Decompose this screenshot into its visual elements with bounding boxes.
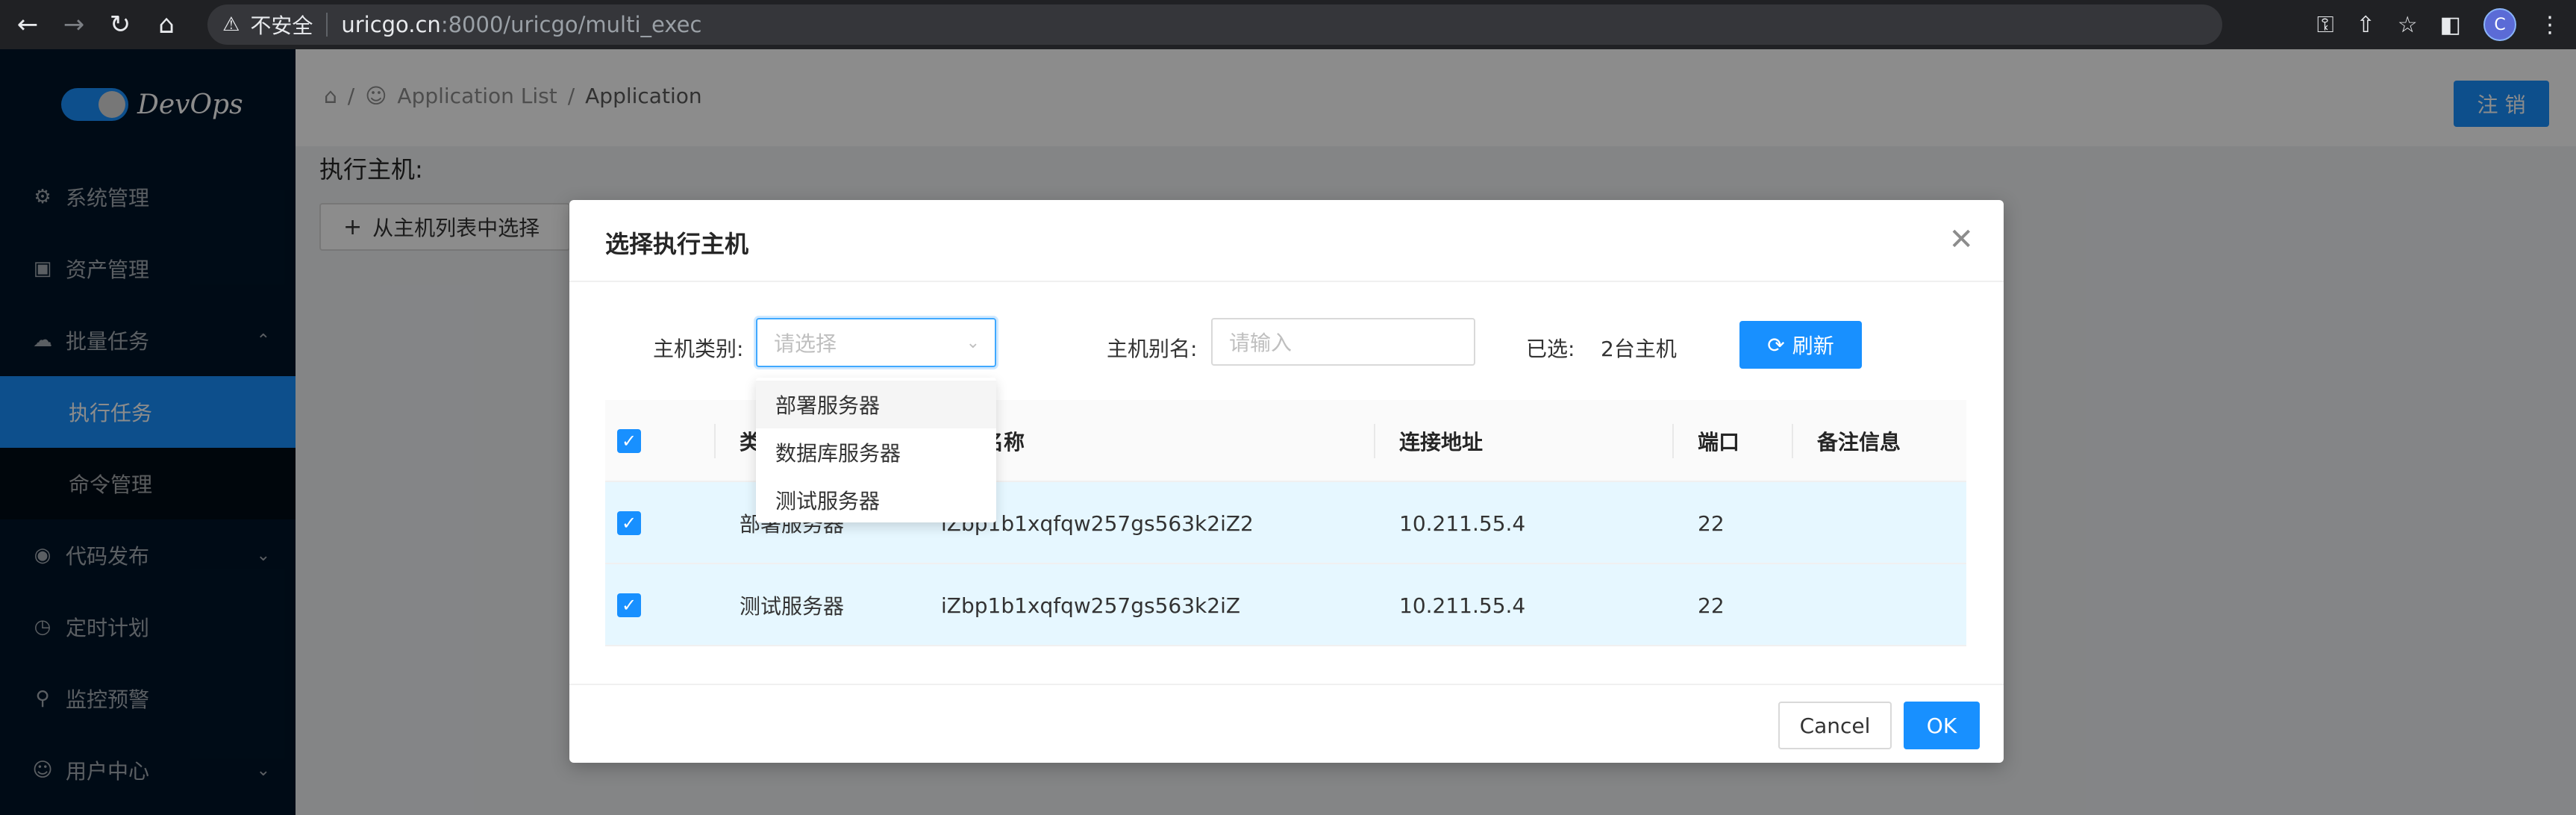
dropdown-option[interactable]: 部署服务器 (756, 381, 996, 428)
dropdown-option[interactable]: 测试服务器 (756, 476, 996, 524)
sidepanel-icon[interactable]: ◧ (2440, 12, 2461, 38)
table-row[interactable]: ✓ 测试服务器 iZbp1b1xqfqw257gs563k2iZ 10.211.… (605, 564, 1966, 646)
address-divider (326, 13, 328, 37)
browser-toolbar: ← → ↻ ⌂ ⚠ 不安全 uricgo.cn:8000/uricgo/mult… (0, 0, 2576, 49)
modal-footer: Cancel OK (569, 684, 2004, 763)
filter-bar: 主机类别: 请选择 ⌄ 主机别名: 请输入 已选: 2台主机 ⟳ 刷新 (569, 318, 2004, 370)
row-checkbox[interactable]: ✓ (617, 482, 641, 564)
reload-icon[interactable]: ↻ (101, 6, 139, 43)
ok-button[interactable]: OK (1904, 702, 1980, 749)
host-type-placeholder: 请选择 (774, 331, 837, 356)
column-header[interactable]: 端口 (1698, 400, 1739, 482)
url-text[interactable]: uricgo.cn:8000/uricgo/multi_exec (341, 12, 701, 37)
check-icon: ✓ (617, 593, 641, 617)
cell-address: 10.211.55.4 (1399, 510, 1526, 536)
chevron-down-icon: ⌄ (966, 333, 980, 352)
host-type-dropdown: 部署服务器 数据库服务器 测试服务器 (756, 378, 996, 522)
cell-category: 测试服务器 (740, 594, 845, 619)
forward-icon[interactable]: → (55, 6, 93, 43)
host-type-label: 主机类别: (653, 337, 744, 361)
back-icon[interactable]: ← (9, 6, 46, 43)
host-alias-placeholder: 请输入 (1229, 331, 1292, 355)
column-header[interactable]: 连接地址 (1399, 400, 1483, 482)
modal-title: 选择执行主机 (605, 230, 749, 258)
close-icon[interactable]: ✕ (1948, 222, 1974, 257)
check-icon: ✓ (617, 429, 641, 453)
home-icon[interactable]: ⌂ (148, 6, 185, 43)
host-alias-input[interactable]: 请输入 (1211, 318, 1475, 366)
host-alias-label: 主机别名: (1107, 337, 1198, 361)
address-bar[interactable]: ⚠ 不安全 uricgo.cn:8000/uricgo/multi_exec (207, 4, 2222, 45)
check-icon: ✓ (617, 511, 641, 535)
cell-hostname: iZbp1b1xqfqw257gs563k2iZ (941, 593, 1241, 618)
key-icon[interactable]: ⚿ (2317, 12, 2334, 38)
profile-avatar[interactable]: C (2483, 8, 2516, 41)
refresh-button[interactable]: ⟳ 刷新 (1739, 321, 1862, 369)
modal-header: 选择执行主机 ✕ (569, 200, 2004, 282)
column-header[interactable]: 备注信息 (1817, 400, 1901, 482)
refresh-label: 刷新 (1792, 334, 1834, 358)
sync-icon: ⟳ (1767, 332, 1785, 357)
more-icon[interactable]: ⋮ (2539, 12, 2561, 38)
share-icon[interactable]: ⇧ (2357, 12, 2375, 38)
row-checkbox[interactable]: ✓ (617, 564, 641, 646)
select-all-checkbox[interactable]: ✓ (617, 400, 641, 482)
cell-port: 22 (1698, 593, 1725, 618)
selected-label: 已选: (1526, 337, 1575, 361)
cell-port: 22 (1698, 510, 1725, 536)
warning-icon: ⚠ (222, 13, 240, 36)
insecure-label: 不安全 (250, 13, 313, 38)
cell-address: 10.211.55.4 (1399, 593, 1526, 618)
selected-count: 2台主机 (1601, 337, 1677, 361)
star-icon[interactable]: ☆ (2398, 12, 2418, 38)
cancel-button[interactable]: Cancel (1778, 702, 1892, 749)
host-type-select[interactable]: 请选择 ⌄ (756, 318, 996, 367)
dropdown-option[interactable]: 数据库服务器 (756, 428, 996, 476)
